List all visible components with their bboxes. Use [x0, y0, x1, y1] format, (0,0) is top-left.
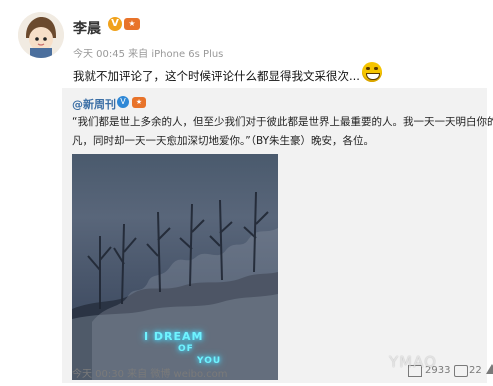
- post-meta: 今天 00:45 来自 iPhone 6s Plus: [73, 49, 224, 60]
- verified-icon: V: [108, 17, 122, 31]
- weibo-post: 李晨 V ★ 今天 00:45 来自 iPhone 6s Plus 我就不加评论…: [0, 0, 493, 386]
- avatar-illustration: [18, 12, 64, 58]
- author-name[interactable]: 李晨: [73, 18, 101, 38]
- repost-time: 今天 00:30 来自 微博 weibo.com: [72, 369, 228, 380]
- image-caption-1: I DREAM: [144, 330, 204, 343]
- avatar[interactable]: [18, 12, 64, 58]
- image-caption-2: OF: [178, 344, 194, 354]
- level-badge-icon: ★: [124, 18, 140, 30]
- reposted-author[interactable]: @新周刊: [72, 96, 116, 112]
- post-text: 我就不加评论了，这个时候评论什么都显得我文采很次...: [73, 69, 360, 83]
- grinning-emoji-icon: [362, 62, 382, 82]
- verified-icon: V: [117, 96, 129, 108]
- reposted-content: @新周刊 V ★ “我们都是世上多余的人，但至少我们对于彼此都是世界上最重要的人…: [62, 88, 493, 383]
- comment-count[interactable]: 22: [469, 365, 482, 376]
- comment-icon[interactable]: [454, 365, 468, 377]
- watermark: YMAO: [389, 353, 437, 371]
- level-badge-icon: ★: [132, 97, 146, 108]
- forest-silhouette: [72, 191, 278, 380]
- reposted-text-line-1: “我们都是世上多余的人，但至少我们对于彼此都是世界上最重要的人。我一天一天明白你…: [72, 116, 493, 128]
- post-image[interactable]: I DREAM OF YOU: [72, 154, 278, 380]
- like-icon[interactable]: [486, 364, 493, 374]
- reposted-text-line-2: 凡，同时却一天一天愈加深切地爱你。”（BY朱生豪）晚安，各位。: [72, 135, 374, 147]
